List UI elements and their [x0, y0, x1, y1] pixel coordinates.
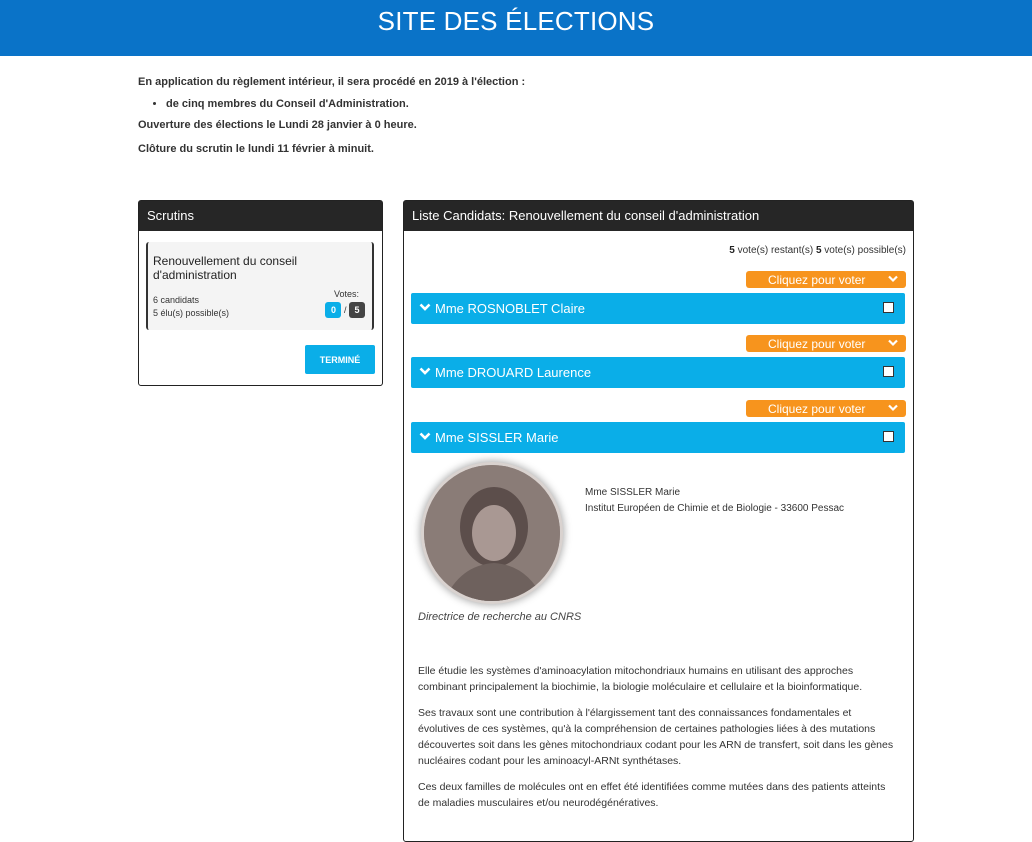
chevron-down-icon [888, 339, 898, 347]
votes-status: 5 vote(s) restant(s) 5 vote(s) possible(… [729, 245, 906, 256]
intro-section: En application du règlement intérieur, i… [138, 74, 938, 155]
bio-paragraph: Elle étudie les systèmes d'aminoacylatio… [418, 665, 863, 693]
scrutins-panel: Scrutins Renouvellement du conseil d'adm… [138, 200, 383, 386]
votes-remaining-label: vote(s) restant(s) [734, 245, 816, 256]
candidate-name: Mme SISSLER Marie [435, 430, 559, 445]
chevron-down-icon [888, 404, 898, 412]
candidate-row[interactable]: Mme ROSNOBLET Claire [411, 293, 905, 324]
candidates-panel-title: Liste Candidats: Renouvellement du conse… [404, 201, 913, 231]
intro-line: En application du règlement intérieur, i… [138, 76, 526, 88]
candidate-photo [424, 465, 560, 601]
chevron-down-icon [888, 275, 898, 283]
scrutin-meta: 6 candidats 5 élu(s) possible(s) [153, 294, 229, 320]
candidate-detail-name: Mme SISSLER Marie [585, 487, 681, 498]
vote-button-label: Cliquez pour voter [768, 401, 866, 416]
candidate-name: Mme DROUARD Laurence [435, 365, 592, 380]
opening-date: Ouverture des élections le Lundi 28 janv… [138, 119, 417, 131]
elected-count: 5 élu(s) possible(s) [153, 308, 230, 318]
votes-counter: 0 / 5 [325, 302, 365, 318]
votes-total-badge: 5 [349, 302, 365, 318]
votes-label: Votes: [333, 289, 359, 299]
bio-paragraph: Ces deux familles de molécules ont en ef… [418, 781, 886, 809]
site-title: SITE DES ÉLECTIONS [377, 6, 655, 36]
candidate-institution: Institut Européen de Chimie et de Biolog… [585, 503, 845, 514]
vote-button[interactable]: Cliquez pour voter [746, 400, 906, 417]
scrutin-card[interactable]: Renouvellement du conseil d'administrati… [146, 242, 374, 330]
candidate-checkbox[interactable] [883, 366, 894, 377]
candidate-checkbox[interactable] [883, 431, 894, 442]
candidates-panel: Liste Candidats: Renouvellement du conse… [403, 200, 914, 842]
candidate-bio: Elle étudie les systèmes d'aminoacylatio… [418, 663, 898, 821]
bio-paragraph: Ses travaux sont une contribution à l'él… [418, 707, 894, 767]
candidate-row[interactable]: Mme DROUARD Laurence [411, 357, 905, 388]
vote-button-label: Cliquez pour voter [768, 336, 866, 351]
chevron-down-icon [419, 303, 431, 311]
candidate-role: Directrice de recherche au CNRS [418, 611, 582, 623]
intro-bullet: de cinq membres du Conseil d'Administrat… [166, 98, 938, 110]
vote-button[interactable]: Cliquez pour voter [746, 271, 906, 288]
chevron-down-icon [419, 432, 431, 440]
intro-list: de cinq membres du Conseil d'Administrat… [138, 98, 938, 110]
scrutin-title: Renouvellement du conseil d'administrati… [153, 254, 298, 282]
candidate-count: 6 candidats [153, 295, 200, 305]
votes-cast-badge: 0 [325, 302, 342, 318]
portrait-image [424, 465, 560, 601]
vote-button[interactable]: Cliquez pour voter [746, 335, 906, 352]
candidate-name: Mme ROSNOBLET Claire [435, 301, 586, 316]
votes-possible-label: vote(s) possible(s) [821, 245, 906, 256]
termine-button[interactable]: TERMINÉ [305, 345, 375, 374]
chevron-down-icon [419, 367, 431, 375]
candidate-row[interactable]: Mme SISSLER Marie [411, 422, 905, 453]
candidate-checkbox[interactable] [883, 302, 894, 313]
votes-separator: / [343, 305, 347, 315]
scrutins-panel-title: Scrutins [139, 201, 382, 231]
closing-date: Clôture du scrutin le lundi 11 février à… [138, 143, 374, 155]
candidate-info: Mme SISSLER Marie Institut Européen de C… [585, 485, 844, 517]
site-header: SITE DES ÉLECTIONS [0, 0, 1032, 56]
vote-button-label: Cliquez pour voter [768, 272, 866, 287]
